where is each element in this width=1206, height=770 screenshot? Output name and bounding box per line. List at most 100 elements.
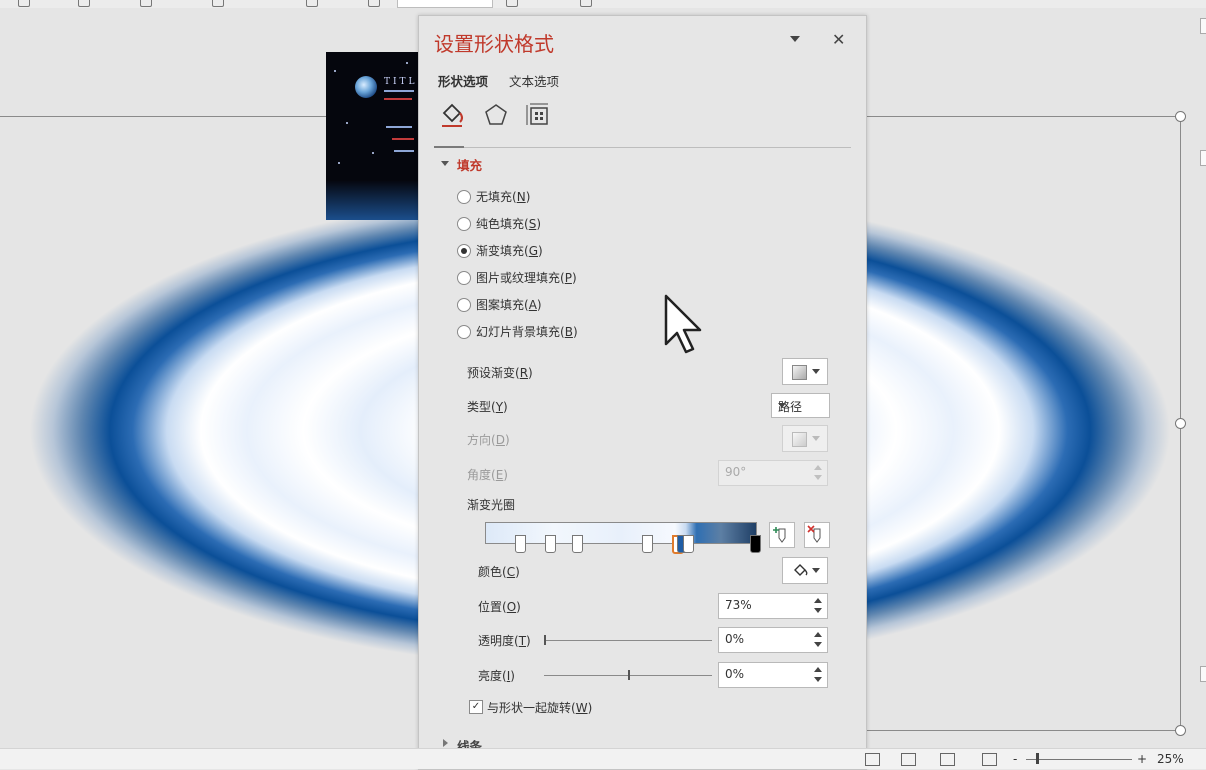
spin-up-icon[interactable] [814,598,822,603]
spin-up-icon[interactable] [814,667,822,672]
group-icon[interactable] [306,0,318,7]
spin-up-icon[interactable] [814,465,822,470]
resize-handle-bottom-right[interactable] [1175,725,1186,736]
reading-view-icon[interactable] [940,753,955,766]
remove-gradient-stop-button[interactable] [804,522,830,548]
solid-fill-label[interactable]: 纯色填充(S) [476,215,541,232]
tab-shape-options[interactable]: 形状选项 [438,71,488,90]
scrollbar-edge[interactable] [1200,666,1206,682]
gradient-type-select[interactable]: 路径 [771,393,830,418]
gradient-fill-label[interactable]: 渐变填充(G) [476,242,543,259]
close-pane-button[interactable]: ✕ [832,30,845,49]
chevron-down-icon [812,568,820,573]
planet-image [355,76,377,98]
brightness-input[interactable]: 0% [718,662,828,688]
add-stop-icon [773,527,786,543]
add-gradient-stop-button[interactable] [769,522,795,548]
shape-fill-icon[interactable] [580,0,592,7]
color-picker-button[interactable] [782,557,828,584]
radio-gradient-fill[interactable] [457,244,471,258]
gradient-stop[interactable] [515,535,526,553]
thumbnail-glow [326,180,422,220]
rotate-with-shape-label[interactable]: 与形状一起旋转(W) [487,699,592,716]
star [338,162,340,164]
direction-picker[interactable] [782,425,828,452]
slide-background-fill-label[interactable]: 幻灯片背景填充(B) [476,323,578,340]
slide-show-icon[interactable] [982,753,997,766]
pattern-fill-label[interactable]: 图案填充(A) [476,296,542,313]
radio-no-fill[interactable] [457,190,471,204]
gradient-stop[interactable] [750,535,761,553]
rotate-with-shape-checkbox[interactable]: ✓ [469,700,483,714]
brightness-label: 亮度(I) [478,669,515,683]
zoom-level[interactable]: 25% [1157,752,1184,766]
brightness-slider-thumb[interactable] [628,670,630,680]
zoom-slider-thumb[interactable] [1036,753,1039,764]
angle-input[interactable]: 90° [718,460,828,486]
gradient-stops-label: 渐变光圈 [467,498,516,512]
thumbnail-red-line [392,138,414,140]
align-icon[interactable] [368,0,380,7]
radio-pattern-fill[interactable] [457,298,471,312]
zoom-out-button[interactable]: - [1013,752,1017,766]
effects-icon[interactable] [482,101,510,129]
transparency-slider-thumb[interactable] [544,635,546,645]
spin-down-icon[interactable] [814,642,822,647]
fill-section-header[interactable]: 填充 [457,155,482,174]
pane-options-dropdown-icon[interactable] [790,36,800,42]
arrange-icon[interactable] [212,0,224,7]
collapse-fill-icon[interactable] [441,161,449,166]
scrollbar-edge[interactable] [1200,18,1206,34]
radio-solid-fill[interactable] [457,217,471,231]
resize-handle-right[interactable] [1175,418,1186,429]
spin-up-icon[interactable] [814,632,822,637]
gradient-stop[interactable] [545,535,556,553]
expand-line-icon[interactable] [443,739,448,747]
angle-value: 90° [725,465,747,479]
format-icon[interactable] [78,0,90,7]
selection-frame-bottom [866,730,1180,731]
spin-down-icon[interactable] [814,608,822,613]
slide-sorter-icon[interactable] [901,753,916,766]
transparency-slider-track[interactable] [544,640,712,641]
radio-slide-background-fill[interactable] [457,325,471,339]
position-input[interactable]: 73% [718,593,828,619]
normal-view-icon[interactable] [865,753,880,766]
star [334,70,336,72]
gradient-stop[interactable] [683,535,694,553]
preset-gradient-picker[interactable] [782,358,828,385]
slide-thumbnail[interactable]: TITLE [326,52,422,220]
fill-line-icon[interactable] [438,101,466,129]
spin-down-icon[interactable] [814,677,822,682]
resize-handle-top-right[interactable] [1175,111,1186,122]
size-properties-icon[interactable] [524,101,552,129]
type-label: 类型(Y) [467,400,508,414]
gradient-stop[interactable] [572,535,583,553]
star [406,62,408,64]
tab-text-options[interactable]: 文本选项 [509,71,559,90]
no-fill-label[interactable]: 无填充(N) [476,188,530,205]
radio-picture-fill[interactable] [457,271,471,285]
paint-bucket-icon [794,564,808,576]
position-value: 73% [725,598,752,612]
direction-swatch-icon [792,432,807,447]
star [372,152,374,154]
chevron-down-icon [812,369,820,374]
undo-icon[interactable] [18,0,30,7]
zoom-in-button[interactable]: + [1137,752,1147,766]
shape-icon[interactable] [140,0,152,7]
star [346,122,348,124]
chevron-down-icon [778,403,786,408]
text-direction-icon[interactable] [506,0,518,7]
font-size-field[interactable] [397,0,493,8]
active-icon-indicator [434,146,464,148]
transparency-input[interactable]: 0% [718,627,828,653]
position-label: 位置(O) [478,600,521,614]
ribbon-toolbar [0,0,1206,8]
picture-fill-label[interactable]: 图片或纹理填充(P) [476,269,577,286]
gradient-stop[interactable] [642,535,653,553]
scrollbar-edge[interactable] [1200,150,1206,166]
status-bar: - + 25% [0,748,1206,769]
zoom-slider-track[interactable] [1026,759,1132,760]
spin-down-icon[interactable] [814,475,822,480]
